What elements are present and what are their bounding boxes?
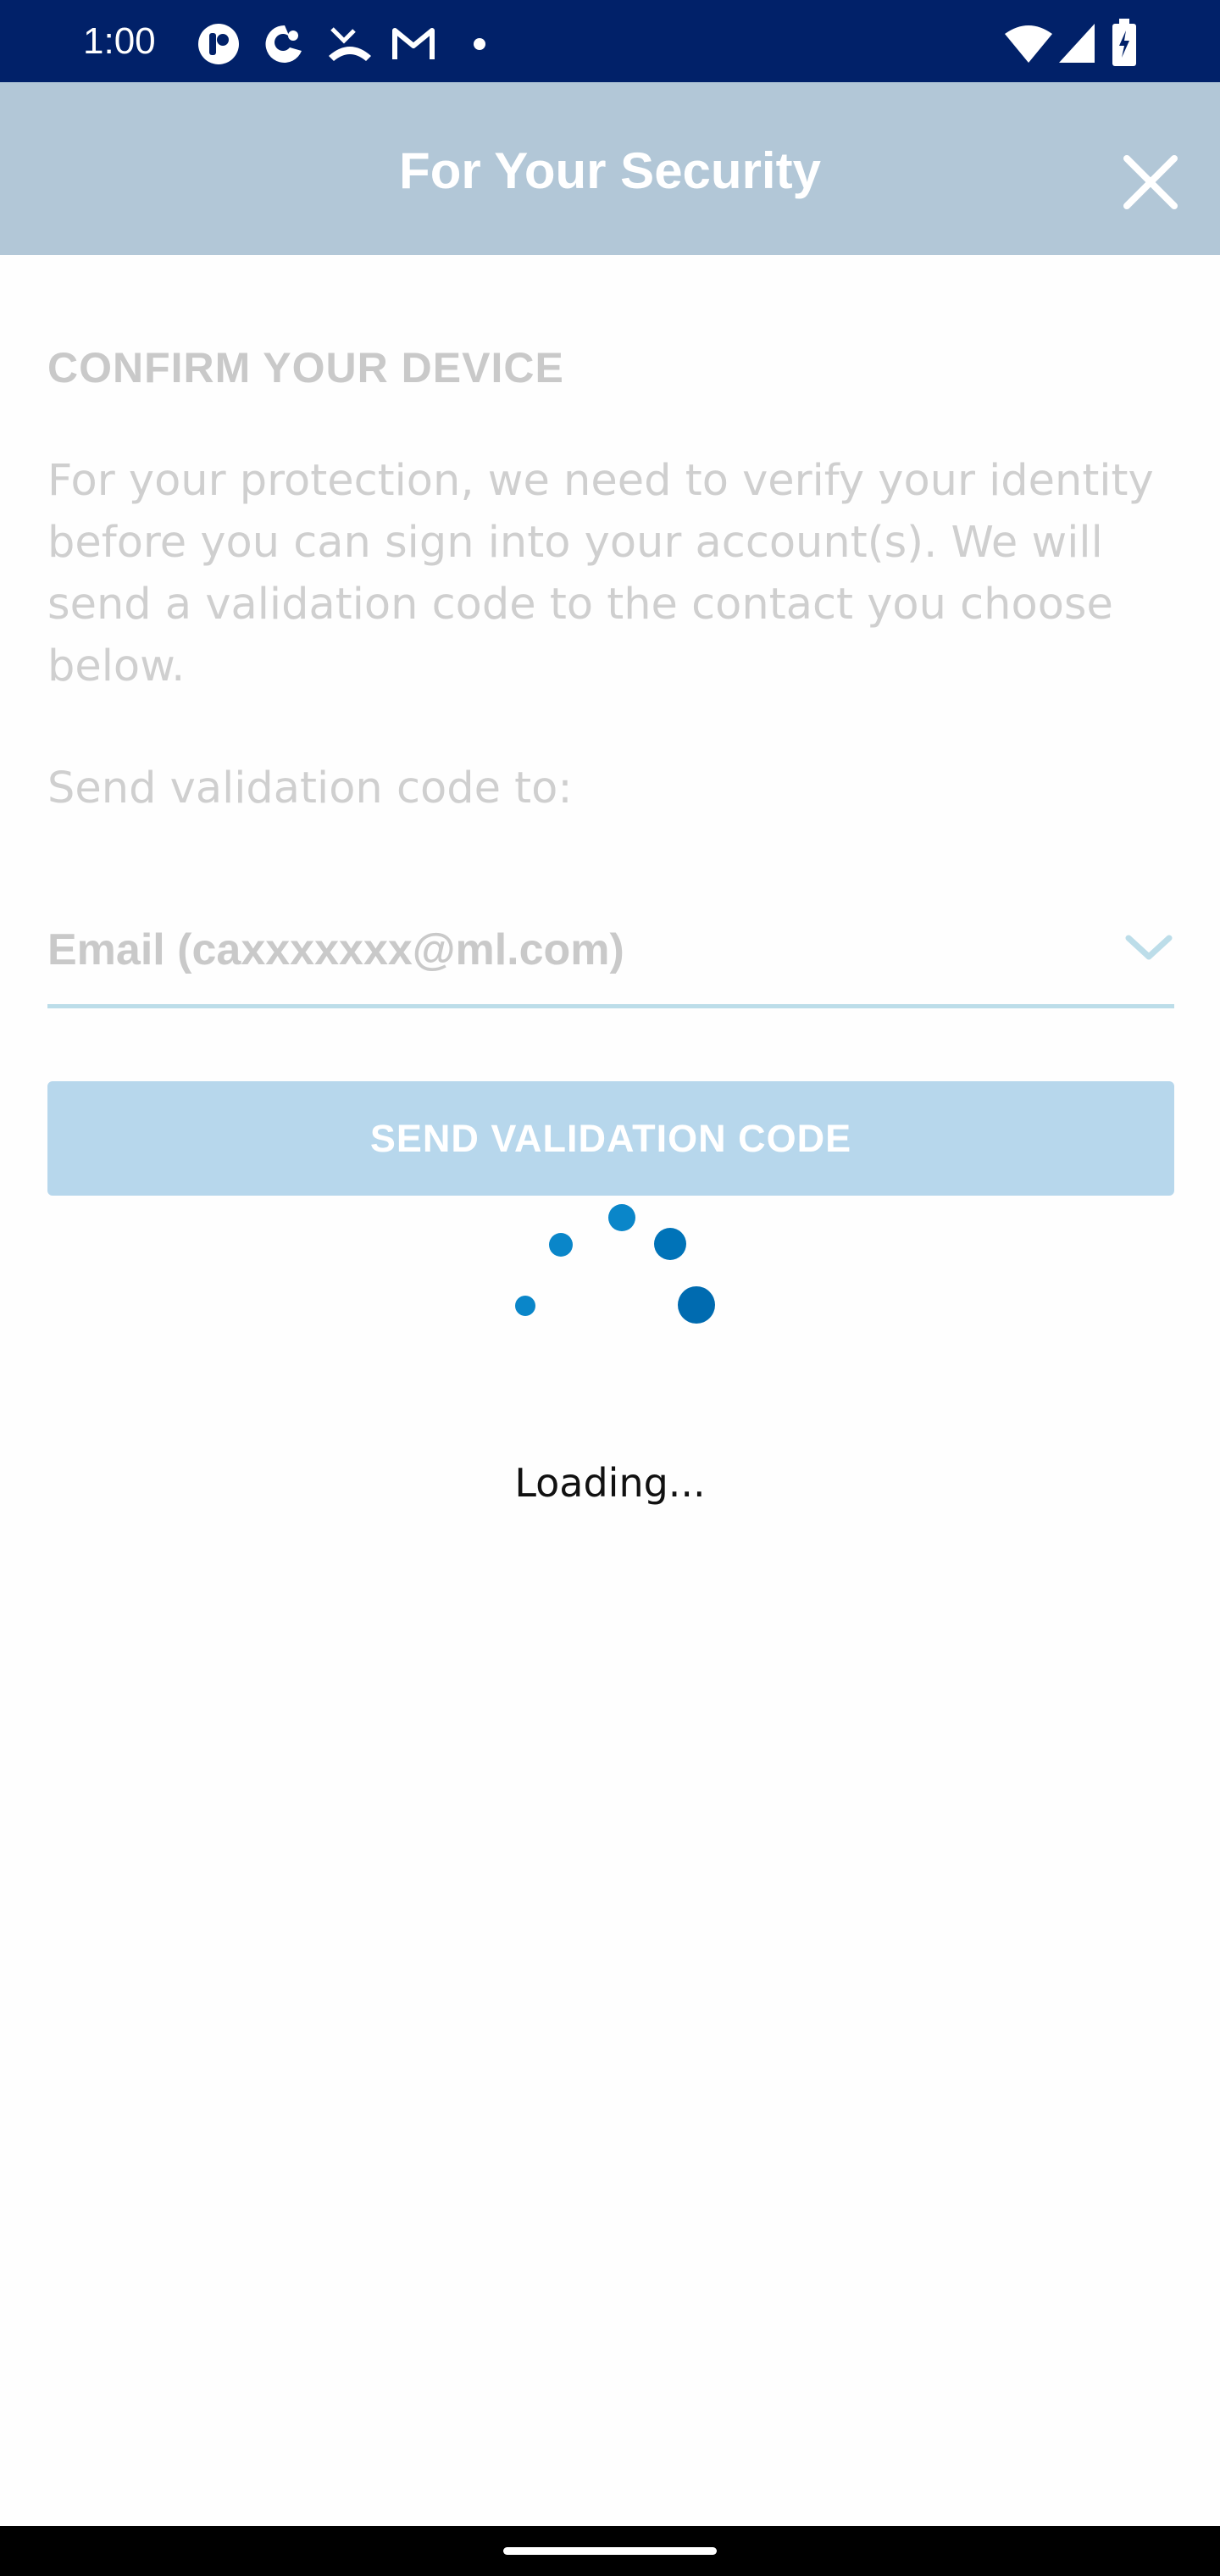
navigation-bar bbox=[0, 2526, 1220, 2576]
confirm-device-form: CONFIRM YOUR DEVICE For your protection,… bbox=[0, 255, 1220, 2526]
selected-contact: Email (caxxxxxxx@ml.com) bbox=[47, 925, 624, 974]
close-icon bbox=[1123, 155, 1178, 209]
page-title: For Your Security bbox=[399, 142, 821, 199]
chevron-down-icon bbox=[1123, 931, 1174, 965]
cell-signal-icon bbox=[1057, 22, 1096, 68]
contact-select[interactable]: Email (caxxxxxxx@ml.com) bbox=[47, 899, 1174, 1008]
status-time: 1:00 bbox=[83, 20, 156, 62]
loading-text: Loading... bbox=[514, 1460, 706, 1506]
app-header: For Your Security bbox=[0, 82, 1220, 255]
spinner-dot bbox=[654, 1228, 686, 1260]
section-title: CONFIRM YOUR DEVICE bbox=[47, 344, 564, 391]
app-notification-icon bbox=[197, 22, 241, 69]
intro-text: For your protection, we need to verify y… bbox=[47, 456, 1154, 691]
loading-spinner bbox=[500, 1204, 720, 1374]
spinner-dot bbox=[549, 1233, 573, 1257]
app-notification-icon-2 bbox=[264, 22, 305, 69]
close-button[interactable] bbox=[1118, 150, 1183, 214]
spinner-dot bbox=[608, 1204, 635, 1231]
spinner-dot bbox=[515, 1296, 535, 1316]
battery-icon bbox=[1112, 19, 1137, 69]
send-validation-code-button[interactable]: SEND VALIDATION CODE bbox=[47, 1081, 1174, 1196]
home-indicator[interactable] bbox=[503, 2547, 717, 2555]
status-bar: 1:00 bbox=[0, 0, 1220, 82]
spinner-dot bbox=[678, 1286, 715, 1324]
send-to-label: Send validation code to: bbox=[47, 763, 573, 813]
gmail-icon bbox=[391, 25, 435, 64]
missed-call-icon bbox=[325, 22, 374, 66]
wifi-icon bbox=[1003, 24, 1054, 68]
dot-icon bbox=[473, 37, 486, 54]
